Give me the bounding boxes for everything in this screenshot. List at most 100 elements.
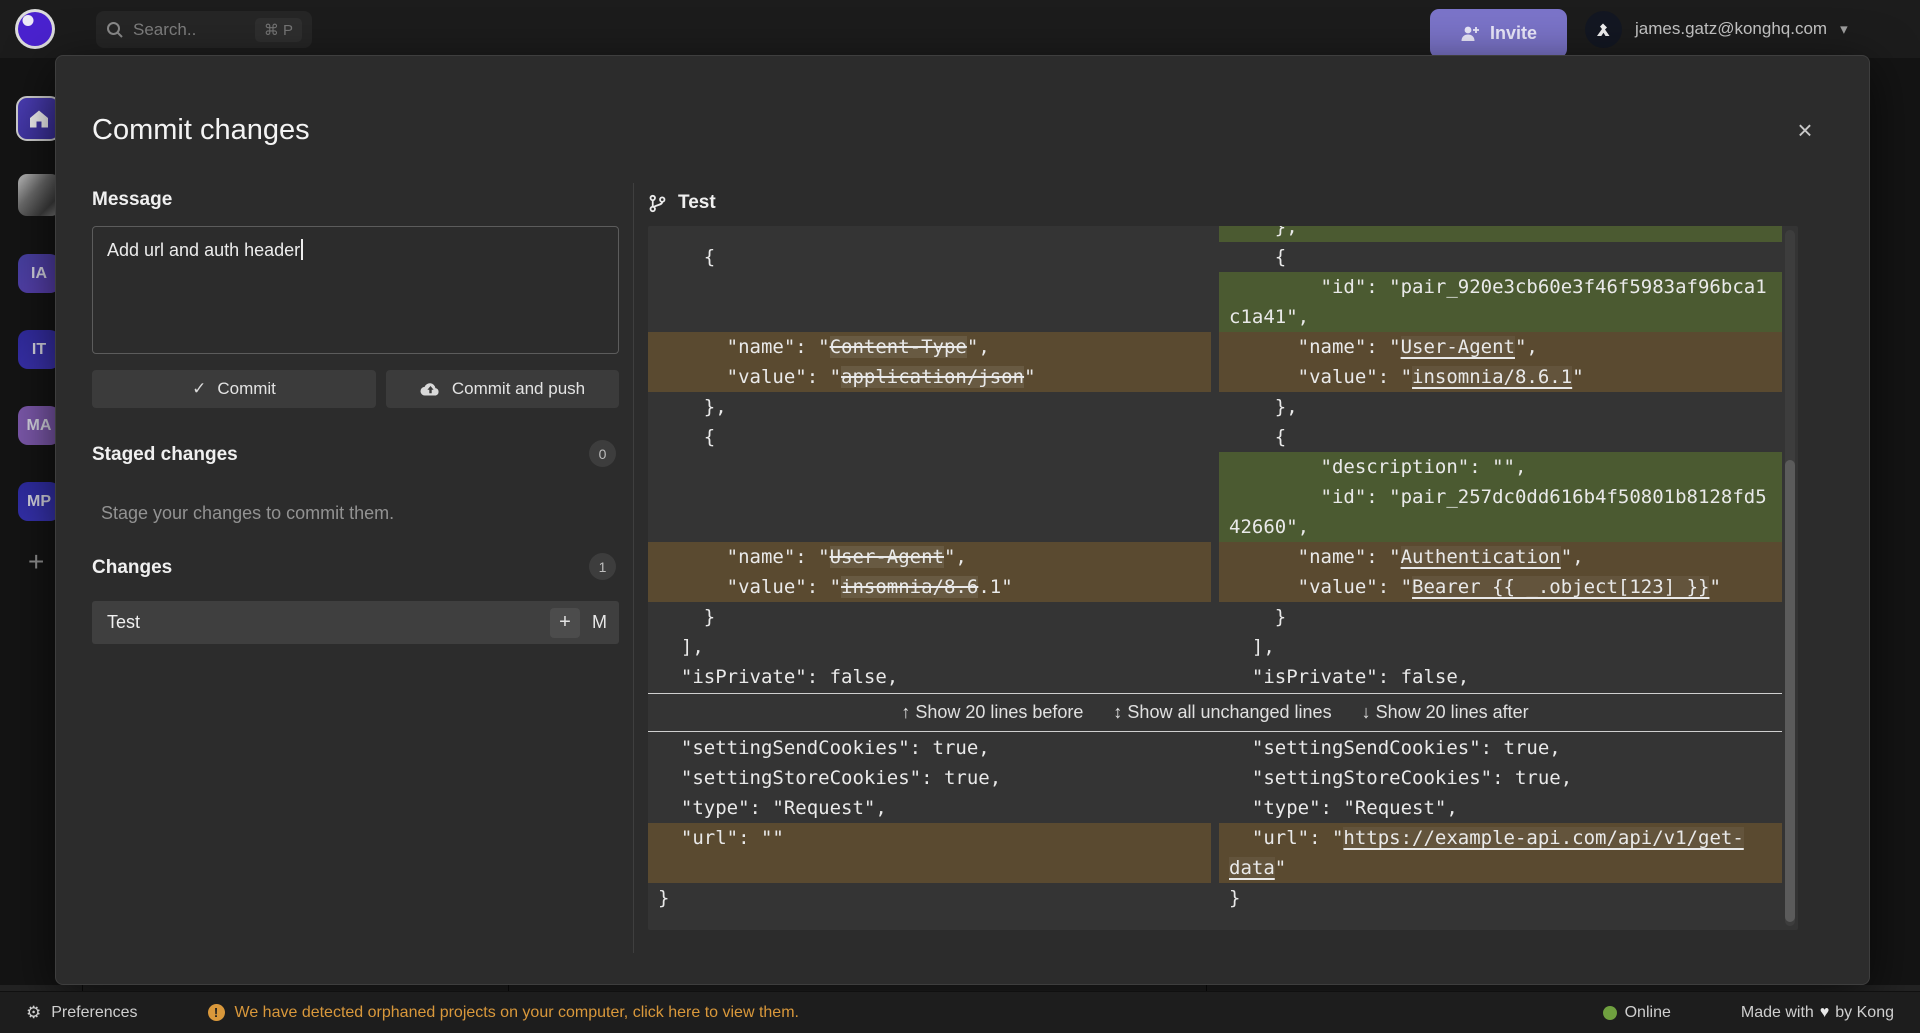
diff-cell-right: "url": "https://example-api.com/api/v1/g… [1219,823,1782,883]
online-status-icon [1603,1006,1617,1020]
search-shortcut: ⌘ P [255,18,302,42]
diff-cell-right: "isPrivate": false, [1219,662,1782,692]
change-item-actions: + M [550,608,607,638]
add-project-button[interactable]: + [28,546,44,578]
git-branch-icon [648,194,667,213]
search-placeholder: Search.. [133,20,196,40]
changes-count-badge: 1 [589,553,616,580]
statusbar-right: Online Made with ♥ by Kong [1603,1004,1894,1022]
diff-unchanged-controls: ↑ Show 20 lines before ↕ Show all unchang… [648,693,1782,732]
diff-scrollbar-thumb[interactable] [1785,460,1795,922]
diff-cell-right: "settingSendCookies": true, [1219,733,1782,763]
diff-cell-right: "value": "Bearer {{ _.object[123] }}" [1219,572,1782,602]
diff-cell-right: { [1219,242,1782,272]
diff-cell-left: } [648,602,1211,632]
diff-cell-right: "settingStoreCookies": true, [1219,763,1782,793]
warning-text: We have detected orphaned projects on yo… [235,1004,799,1022]
topbar: Search.. ⌘ P Invite james.gatz@konghq.co… [0,0,1920,58]
diff-grid: }, { { "id": "pair_920e3cb60e3f46f5983af… [648,226,1782,913]
online-label: Online [1625,1004,1671,1022]
show-lines-after-button[interactable]: ↓ Show 20 lines after [1362,702,1529,723]
diff-cell-left: "name": "User-Agent", [648,542,1211,572]
diff-cell-right: "name": "User-Agent", [1219,332,1782,362]
diff-cell-right: }, [1219,226,1782,242]
diff-cell-left: "value": "insomnia/8.6.1" [648,572,1211,602]
diff-cell-left [648,226,1211,242]
diff-cell-left: } [648,883,1211,913]
diff-file-header: Test [648,192,716,214]
text-caret [301,239,303,260]
diff-cell-right: }, [1219,392,1782,422]
diff-cell-left: ], [648,632,1211,662]
check-icon: ✓ [192,379,206,399]
commit-message-value: Add url and auth header [107,240,300,260]
diff-cell-left: "name": "Content-Type", [648,332,1211,362]
change-list-item[interactable]: Test + M [92,601,619,644]
diff-cell-right: } [1219,602,1782,632]
search-input[interactable]: Search.. ⌘ P [96,11,312,48]
diff-cell-left: "value": "application/json" [648,362,1211,392]
diff-cell-right: "name": "Authentication", [1219,542,1782,572]
made-with-prefix: Made with [1741,1004,1814,1022]
close-icon[interactable]: × [1789,114,1821,146]
commit-and-push-button[interactable]: Commit and push [386,370,619,408]
sidebar-project-ia[interactable]: IA [18,254,60,293]
modal-title: Commit changes [92,114,310,147]
diff-cell-left: "type": "Request", [648,793,1211,823]
diff-cell-left: "isPrivate": false, [648,662,1211,692]
commit-message-input[interactable]: Add url and auth header [92,226,619,354]
gear-icon: ⚙ [26,1003,41,1023]
commit-buttons-row: ✓ Commit Commit and push [92,370,619,408]
chevron-down-icon: ▾ [1840,20,1848,38]
commit-button[interactable]: ✓ Commit [92,370,376,408]
commit-and-push-label: Commit and push [452,379,585,399]
made-with-kong: Made with ♥ by Kong [1741,1004,1894,1022]
stage-change-button[interactable]: + [550,608,580,638]
diff-cell-right: "id": "pair_920e3cb60e3f46f5983af96bca1c… [1219,272,1782,332]
search-icon [106,21,124,39]
show-all-unchanged-button[interactable]: ↕ Show all unchanged lines [1113,702,1331,723]
preferences-label: Preferences [51,1004,137,1022]
invite-button[interactable]: Invite [1430,9,1567,58]
heart-icon: ♥ [1820,1004,1830,1022]
diff-viewer[interactable]: }, { { "id": "pair_920e3cb60e3f46f5983af… [648,226,1798,930]
account-menu[interactable]: james.gatz@konghq.com ▾ [1585,0,1848,58]
diff-cell-left: "settingSendCookies": true, [648,733,1211,763]
orphaned-projects-warning[interactable]: ! We have detected orphaned projects on … [208,1004,799,1022]
user-email: james.gatz@konghq.com [1635,19,1827,39]
invite-user-icon [1460,25,1480,42]
insomnia-logo-icon[interactable] [14,8,56,50]
diff-cell-right: ], [1219,632,1782,662]
diff-cell-left: { [648,422,1211,452]
user-avatar[interactable] [18,174,60,216]
diff-cell-left: "url": "" [648,823,1211,883]
warning-icon: ! [208,1004,225,1021]
sidebar-badges: IA IT MA MP [18,254,60,521]
diff-cell-right: "value": "insomnia/8.6.1" [1219,362,1782,392]
modified-flag: M [592,612,607,633]
diff-cell-left [648,452,1211,542]
diff-cell-right: { [1219,422,1782,452]
show-lines-before-button[interactable]: ↑ Show 20 lines before [901,702,1083,723]
diff-cell-left: "settingStoreCookies": true, [648,763,1211,793]
changes-heading: Changes [92,557,172,579]
commit-button-label: Commit [217,379,276,399]
commit-changes-modal: Commit changes × Message Add url and aut… [55,55,1870,985]
diff-cell-left [648,272,1211,332]
invite-label: Invite [1490,23,1537,44]
preferences-button[interactable]: ⚙ Preferences [26,1003,138,1023]
staged-changes-heading: Staged changes [92,444,238,466]
change-item-name: Test [107,612,140,633]
diff-file-name: Test [678,192,716,214]
sidebar-project-ma[interactable]: MA [18,406,60,445]
sidebar-project-mp[interactable]: MP [18,482,60,521]
sidebar-project-it[interactable]: IT [18,330,60,369]
staged-count-badge: 0 [589,440,616,467]
message-label: Message [92,189,172,211]
staged-hint: Stage your changes to commit them. [101,503,394,524]
made-with-suffix: by Kong [1835,1004,1894,1022]
panel-divider [633,183,634,953]
cloud-upload-icon [420,381,441,397]
kong-avatar-icon [1585,11,1622,48]
home-icon [28,109,50,129]
